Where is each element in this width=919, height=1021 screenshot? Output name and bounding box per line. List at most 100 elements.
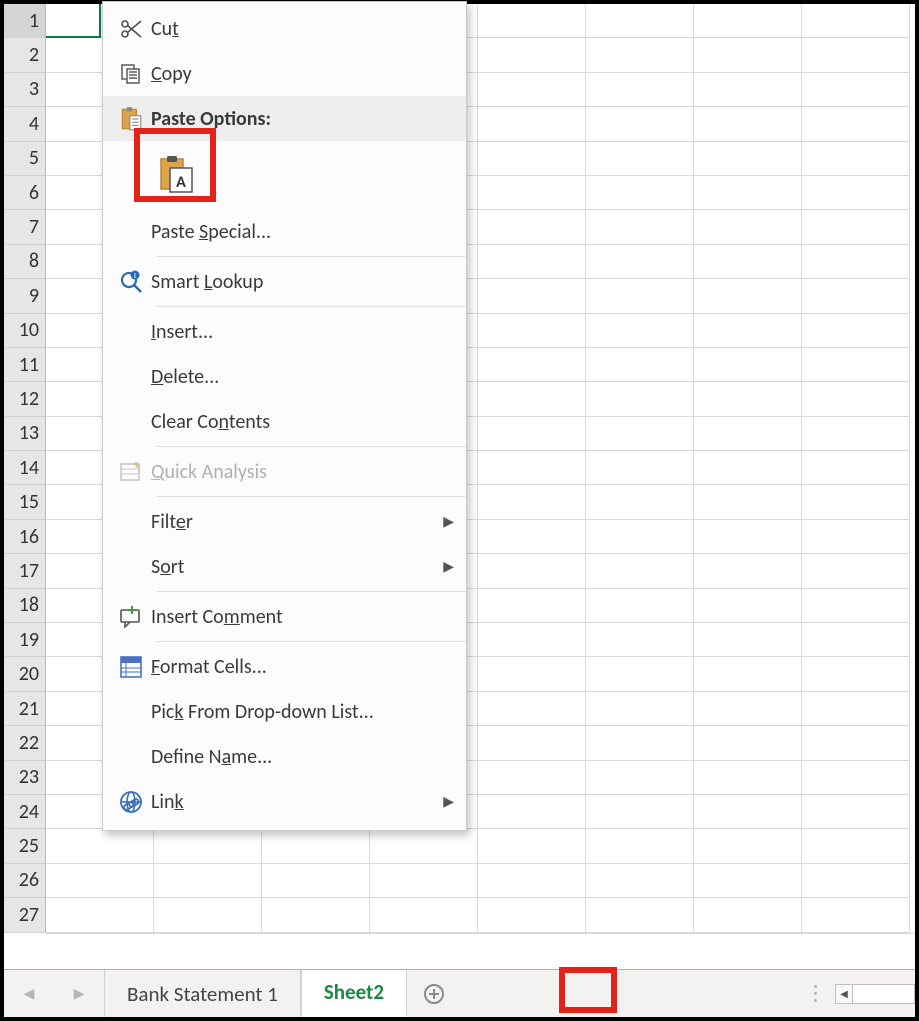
menu-delete[interactable]: Delete... xyxy=(103,354,466,399)
cell[interactable] xyxy=(694,142,802,176)
cell[interactable] xyxy=(586,314,694,348)
scroll-left-button[interactable]: ◀ xyxy=(835,984,853,1004)
cell[interactable] xyxy=(802,4,910,38)
new-sheet-button[interactable] xyxy=(407,970,461,1017)
cell[interactable] xyxy=(262,898,370,932)
cell[interactable] xyxy=(478,4,586,38)
cell[interactable] xyxy=(694,623,802,657)
cell[interactable] xyxy=(478,451,586,485)
cell[interactable] xyxy=(694,795,802,829)
selected-cell[interactable] xyxy=(46,4,101,38)
cell[interactable] xyxy=(802,314,910,348)
cell[interactable] xyxy=(802,382,910,416)
cell[interactable] xyxy=(694,485,802,519)
cell[interactable] xyxy=(694,898,802,932)
cell[interactable] xyxy=(586,623,694,657)
cell[interactable] xyxy=(586,176,694,210)
row-header[interactable]: 14 xyxy=(4,451,46,485)
row-header[interactable]: 13 xyxy=(4,417,46,451)
cell[interactable] xyxy=(478,485,586,519)
cell[interactable] xyxy=(586,485,694,519)
cell[interactable] xyxy=(478,38,586,72)
cell[interactable] xyxy=(478,417,586,451)
cell[interactable] xyxy=(802,38,910,72)
row-header[interactable]: 2 xyxy=(4,38,46,72)
cell[interactable] xyxy=(586,657,694,691)
menu-filter[interactable]: Filter ▶ xyxy=(103,499,466,544)
cell[interactable] xyxy=(802,657,910,691)
cell[interactable] xyxy=(478,864,586,898)
cell[interactable] xyxy=(154,829,262,863)
cell[interactable] xyxy=(802,417,910,451)
cell[interactable] xyxy=(694,864,802,898)
cell[interactable] xyxy=(586,107,694,141)
cell[interactable] xyxy=(694,829,802,863)
cell[interactable] xyxy=(694,314,802,348)
row-header[interactable]: 22 xyxy=(4,726,46,760)
row-header[interactable]: 12 xyxy=(4,382,46,416)
row-header[interactable]: 6 xyxy=(4,176,46,210)
cell[interactable] xyxy=(802,554,910,588)
cell[interactable] xyxy=(154,898,262,932)
cell[interactable] xyxy=(586,761,694,795)
cell[interactable] xyxy=(46,864,154,898)
cell[interactable] xyxy=(370,898,478,932)
row-header[interactable]: 16 xyxy=(4,520,46,554)
cell[interactable] xyxy=(586,898,694,932)
cell[interactable] xyxy=(802,623,910,657)
row-header[interactable]: 24 xyxy=(4,795,46,829)
cell[interactable] xyxy=(802,692,910,726)
cell[interactable] xyxy=(586,142,694,176)
sheet-tab-bank-statement-1[interactable]: Bank Statement 1 xyxy=(104,970,301,1017)
row-header[interactable]: 23 xyxy=(4,761,46,795)
cell[interactable] xyxy=(694,176,802,210)
cell[interactable] xyxy=(694,4,802,38)
cell[interactable] xyxy=(586,692,694,726)
cell[interactable] xyxy=(802,142,910,176)
cell[interactable] xyxy=(694,38,802,72)
cell[interactable] xyxy=(586,4,694,38)
cell[interactable] xyxy=(586,73,694,107)
cell[interactable] xyxy=(478,348,586,382)
menu-define-name[interactable]: Define Name... xyxy=(103,734,466,779)
cell[interactable] xyxy=(370,864,478,898)
cell[interactable] xyxy=(694,245,802,279)
cell[interactable] xyxy=(478,314,586,348)
menu-link[interactable]: Link ▶ xyxy=(103,779,466,824)
cell[interactable] xyxy=(586,520,694,554)
cell[interactable] xyxy=(586,589,694,623)
sheet-nav-arrows[interactable]: ◀ ▶ xyxy=(4,970,104,1017)
cell[interactable] xyxy=(478,382,586,416)
cell[interactable] xyxy=(586,210,694,244)
tab-overflow-menu[interactable] xyxy=(795,970,835,1017)
cell[interactable] xyxy=(694,73,802,107)
cell[interactable] xyxy=(478,829,586,863)
cell[interactable] xyxy=(478,520,586,554)
cell[interactable] xyxy=(586,829,694,863)
menu-cut[interactable]: Cut xyxy=(103,6,466,51)
cell[interactable] xyxy=(694,417,802,451)
row-header[interactable]: 26 xyxy=(4,864,46,898)
menu-insert-comment[interactable]: Insert Comment xyxy=(103,594,466,639)
row-header[interactable]: 11 xyxy=(4,348,46,382)
cell[interactable] xyxy=(694,107,802,141)
cell[interactable] xyxy=(694,589,802,623)
cell[interactable] xyxy=(586,451,694,485)
row-header[interactable]: 3 xyxy=(4,73,46,107)
cell[interactable] xyxy=(694,382,802,416)
cell[interactable] xyxy=(478,589,586,623)
cell[interactable] xyxy=(694,692,802,726)
row-header[interactable]: 20 xyxy=(4,657,46,691)
menu-format-cells[interactable]: Format Cells... xyxy=(103,644,466,689)
cell[interactable] xyxy=(802,726,910,760)
menu-paste-special[interactable]: Paste Special... xyxy=(103,209,466,254)
cell[interactable] xyxy=(802,829,910,863)
cell[interactable] xyxy=(586,38,694,72)
cell[interactable] xyxy=(694,726,802,760)
cell[interactable] xyxy=(586,279,694,313)
row-header[interactable]: 9 xyxy=(4,279,46,313)
cell[interactable] xyxy=(802,520,910,554)
cell[interactable] xyxy=(46,898,154,932)
row-header[interactable]: 1 xyxy=(4,4,46,38)
cell[interactable] xyxy=(154,864,262,898)
